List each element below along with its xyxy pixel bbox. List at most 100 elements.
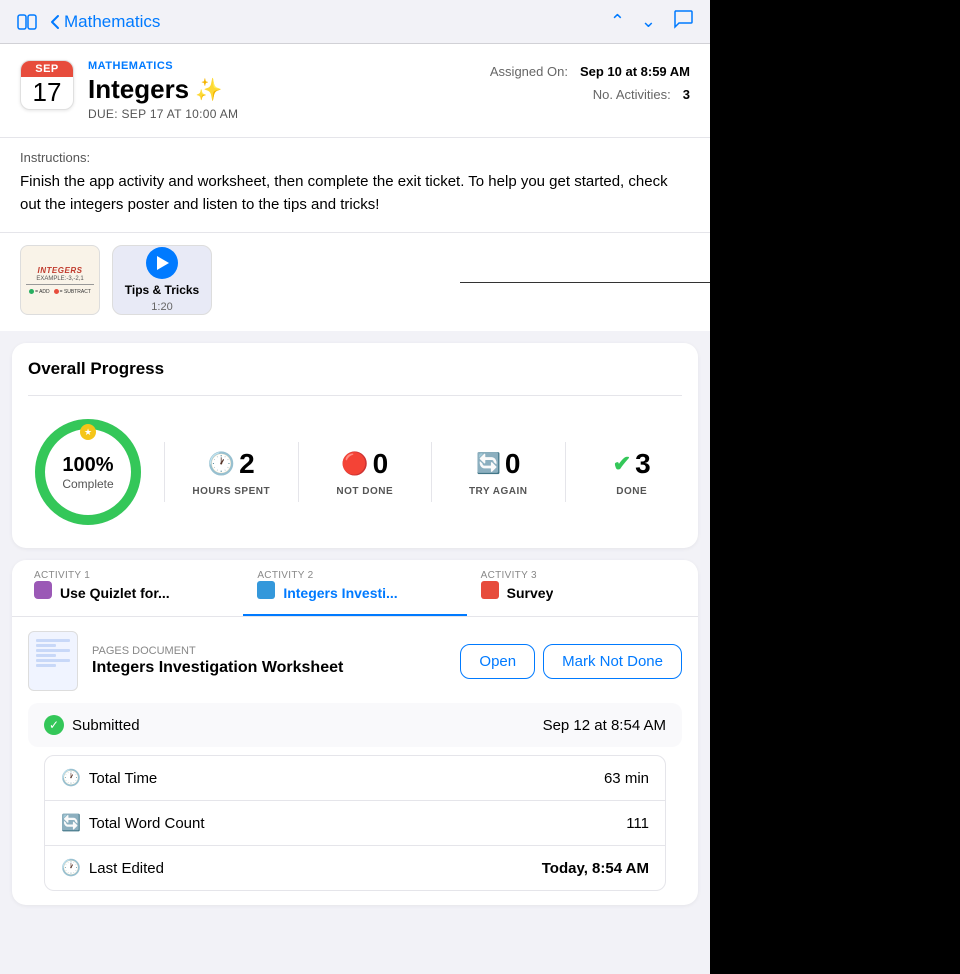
last-edited-value: Today, 8:54 AM	[542, 860, 649, 877]
activity-1-name: Use Quizlet for...	[60, 585, 170, 601]
play-button[interactable]	[146, 247, 178, 279]
total-time-value: 63 min	[604, 770, 649, 787]
video-duration: 1:20	[151, 301, 172, 313]
sub-op: = SUBTRACT	[54, 289, 91, 295]
poster-attachment[interactable]: INTEGERS EXAMPLE:-3,-2,1 = ADD = SUBTRAC…	[20, 245, 100, 315]
doc-line-2	[36, 644, 56, 647]
hours-spent-label: HOURS SPENT	[192, 486, 270, 497]
back-button[interactable]: Mathematics	[50, 12, 160, 32]
submission-card: ✓ Submitted Sep 12 at 8:54 AM	[28, 703, 682, 747]
word-count-value: 111	[626, 815, 649, 832]
activity-3-icon	[481, 581, 499, 604]
right-panel	[710, 0, 960, 974]
details-card: 🕐 Total Time 63 min 🔄 Total Word Count 1…	[44, 755, 666, 891]
doc-thumbnail-inner	[32, 635, 74, 687]
doc-line-6	[36, 664, 56, 667]
activities-label: No. Activities:	[593, 87, 671, 102]
open-button[interactable]: Open	[460, 644, 535, 679]
comment-icon[interactable]	[672, 8, 694, 35]
submitted-check-icon: ✓	[44, 715, 64, 735]
progress-donut: ★ 100% Complete	[28, 412, 148, 532]
poster-ops: = ADD = SUBTRACT	[29, 289, 91, 295]
assignment-title: Integers ✨	[88, 74, 238, 105]
done-value-row: ✔ 3	[613, 448, 651, 480]
nav-right: ⌃ ⌄	[610, 8, 694, 35]
poster-subtitle: EXAMPLE:-3,-2,1	[36, 276, 83, 282]
activity-3-name: Survey	[507, 585, 554, 601]
chevron-up-icon[interactable]: ⌃	[610, 11, 625, 32]
svg-text:★: ★	[84, 427, 92, 437]
calendar-month: SEP	[21, 61, 73, 77]
clock-icon: 🕐	[208, 451, 235, 477]
activity-1-num: ACTIVITY 1	[34, 570, 229, 581]
assigned-on-value: Sep 10 at 8:59 AM	[580, 64, 690, 79]
word-count-label: Total Word Count	[89, 815, 205, 832]
hours-spent-num: 2	[239, 448, 255, 480]
doc-title: Integers Investigation Worksheet	[92, 659, 343, 677]
total-time-left: 🕐 Total Time	[61, 768, 157, 788]
activity-tab-3[interactable]: ACTIVITY 3 Survey	[467, 560, 690, 616]
donut-label: Complete	[62, 477, 113, 491]
nav-left: Mathematics	[16, 11, 160, 33]
sparkle-icon: ✨	[195, 77, 222, 103]
last-edited-label: Last Edited	[89, 860, 164, 877]
not-done-icon: 🔴	[341, 451, 368, 477]
word-count-row: 🔄 Total Word Count 111	[45, 800, 665, 845]
mark-not-done-button[interactable]: Mark Not Done	[543, 644, 682, 679]
attachments-section: INTEGERS EXAMPLE:-3,-2,1 = ADD = SUBTRAC…	[0, 232, 710, 331]
doc-line-1	[36, 639, 70, 642]
not-done-value-row: 🔴 0	[341, 448, 388, 480]
doc-line-4	[36, 654, 56, 657]
clock-detail-icon: 🕐	[61, 768, 81, 788]
activity-3-name-row: Survey	[481, 581, 676, 604]
progress-title: Overall Progress	[28, 359, 682, 379]
activities-tabs: ACTIVITY 1 Use Quizlet for... ACTIVITY 2…	[12, 560, 698, 617]
try-again-label: TRY AGAIN	[469, 486, 528, 497]
submitted-label: Submitted	[72, 717, 140, 734]
doc-detail: PAGES DOCUMENT Integers Investigation Wo…	[92, 645, 343, 677]
activity-2-num: ACTIVITY 2	[257, 570, 452, 581]
activity-tab-2[interactable]: ACTIVITY 2 Integers Investi...	[243, 560, 466, 616]
word-count-left: 🔄 Total Word Count	[61, 813, 205, 833]
activities-value: 3	[683, 87, 690, 102]
sidebar-toggle-button[interactable]	[16, 11, 38, 33]
assignment-header: SEP 17 MATHEMATICS Integers ✨ DUE: SEP 1…	[0, 44, 710, 137]
doc-line-3	[36, 649, 70, 652]
assignment-info: MATHEMATICS Integers ✨ DUE: SEP 17 AT 10…	[88, 60, 238, 121]
doc-thumbnail	[28, 631, 78, 691]
word-count-icon: 🔄	[61, 813, 81, 833]
top-navigation: Mathematics ⌃ ⌄	[0, 0, 710, 44]
activities-section: ACTIVITY 1 Use Quizlet for... ACTIVITY 2…	[12, 560, 698, 905]
total-time-label: Total Time	[89, 770, 157, 787]
last-edited-left: 🕐 Last Edited	[61, 858, 164, 878]
assigned-on-label: Assigned On:	[490, 64, 568, 79]
subject-label: MATHEMATICS	[88, 60, 238, 72]
assigned-on-row: Assigned On: Sep 10 at 8:59 AM	[490, 64, 690, 79]
activity-2-name: Integers Investi...	[283, 585, 397, 601]
video-attachment[interactable]: Tips & Tricks 1:20	[112, 245, 212, 315]
progress-section: Overall Progress ★ 100% Complete	[12, 343, 698, 548]
done-icon: ✔	[613, 451, 631, 477]
try-again-value-row: 🔄 0	[476, 448, 520, 480]
last-edited-icon: 🕐	[61, 858, 81, 878]
doc-actions: Open Mark Not Done	[460, 644, 682, 679]
total-time-row: 🕐 Total Time 63 min	[45, 756, 665, 800]
poster-title: INTEGERS	[38, 266, 83, 275]
chevron-down-icon[interactable]: ⌄	[641, 11, 656, 32]
header-right: Assigned On: Sep 10 at 8:59 AM No. Activ…	[490, 60, 690, 102]
submitted-left: ✓ Submitted	[44, 715, 140, 735]
main-panel: Mathematics ⌃ ⌄ SEP 17 MATHEMATICS Integ…	[0, 0, 710, 974]
donut-center: 100% Complete	[62, 454, 113, 491]
header-left: SEP 17 MATHEMATICS Integers ✨ DUE: SEP 1…	[20, 60, 238, 121]
activity-1-icon	[34, 581, 52, 604]
doc-info: PAGES DOCUMENT Integers Investigation Wo…	[28, 631, 682, 691]
instructions-label: Instructions:	[20, 150, 690, 165]
calendar-day: 17	[21, 77, 73, 109]
activity-tab-1[interactable]: ACTIVITY 1 Use Quizlet for...	[20, 560, 243, 616]
submitted-row: ✓ Submitted Sep 12 at 8:54 AM	[44, 715, 666, 735]
try-again-icon: 🔄	[476, 451, 501, 476]
calendar-icon: SEP 17	[20, 60, 74, 110]
progress-divider	[28, 395, 682, 396]
doc-line-5	[36, 659, 70, 662]
hours-spent-value-row: 🕐 2	[208, 448, 255, 480]
